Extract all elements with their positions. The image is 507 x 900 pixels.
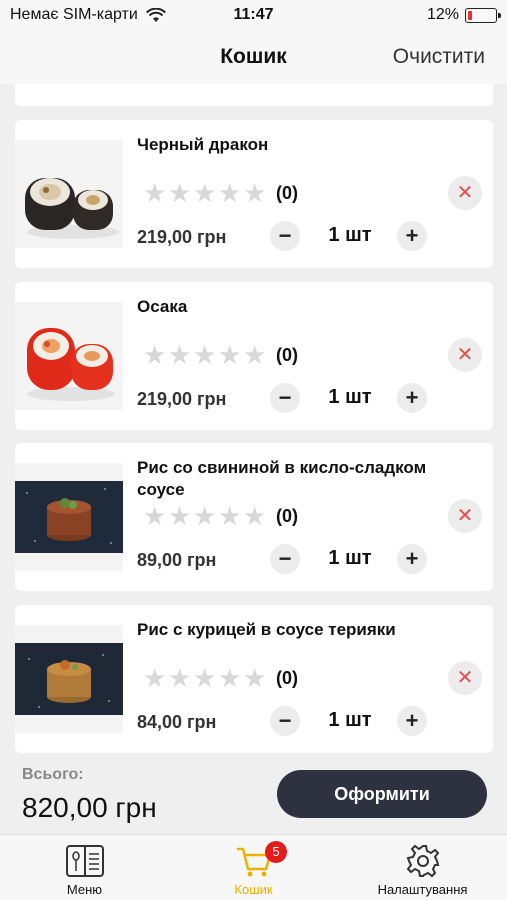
tab-cart[interactable]: 5 Кошик <box>169 841 338 897</box>
star-icon[interactable]: ★ <box>193 340 218 370</box>
checkout-button[interactable]: Оформити <box>277 770 487 818</box>
star-icon[interactable]: ★ <box>218 663 243 693</box>
product-image <box>15 140 123 248</box>
remove-item-button[interactable]: ✕ <box>448 176 482 210</box>
quantity-value: 1 шт <box>328 709 372 731</box>
product-image <box>15 625 123 733</box>
cart-item: Рис с курицей в соусе терияки ★ ★ ★ ★ ★ … <box>15 605 493 753</box>
product-price: 89,00 грн <box>137 550 217 570</box>
star-rating[interactable]: ★ ★ ★ ★ ★ (0) <box>143 178 298 208</box>
product-name[interactable]: Осака <box>137 296 427 318</box>
rating-count: (0) <box>276 667 298 688</box>
decrease-quantity-button[interactable]: − <box>270 221 300 251</box>
increase-quantity-button[interactable]: + <box>397 383 427 413</box>
star-icon[interactable]: ★ <box>218 501 243 531</box>
star-icon[interactable]: ★ <box>168 340 193 370</box>
star-icon[interactable]: ★ <box>168 501 193 531</box>
clear-cart-button[interactable]: Очистити <box>393 45 485 69</box>
total-value: 820,00 грн <box>22 792 157 823</box>
tab-settings[interactable]: Налаштування <box>338 841 507 897</box>
product-name[interactable]: Черный дракон <box>137 134 427 156</box>
product-name[interactable]: Рис со свининой в кисло-сладком соусе <box>137 457 427 501</box>
total-label: Всього: <box>22 766 84 783</box>
gear-icon <box>406 844 439 878</box>
cart-summary: Всього: 820,00 грн Оформити <box>0 754 507 834</box>
cart-count-badge: 5 <box>265 841 287 863</box>
increase-quantity-button[interactable]: + <box>397 544 427 574</box>
star-icon[interactable]: ★ <box>143 501 168 531</box>
star-rating[interactable]: ★ ★ ★ ★ ★ (0) <box>143 663 298 693</box>
star-icon[interactable]: ★ <box>168 178 193 208</box>
increase-quantity-button[interactable]: + <box>397 221 427 251</box>
star-icon[interactable]: ★ <box>143 663 168 693</box>
tab-menu[interactable]: Меню <box>0 841 169 897</box>
star-icon[interactable]: ★ <box>143 340 168 370</box>
cart-item: Осака ★ ★ ★ ★ ★ (0) 219,00 грн − 1 шт + … <box>15 282 493 430</box>
status-bar: Немає SIM-карти 11:47 12% <box>0 0 507 32</box>
product-price: 219,00 грн <box>137 389 227 409</box>
rating-count: (0) <box>276 505 298 526</box>
cart-item: Рис со свининой в кисло-сладком соусе ★ … <box>15 443 493 591</box>
quantity-value: 1 шт <box>328 386 372 408</box>
star-icon[interactable]: ★ <box>193 178 218 208</box>
cart-item: Черный дракон ★ ★ ★ ★ ★ (0) 219,00 грн −… <box>15 120 493 268</box>
cart-list[interactable]: Черный дракон ★ ★ ★ ★ ★ (0) 219,00 грн −… <box>0 84 507 754</box>
battery-fill <box>468 10 472 20</box>
menu-book-icon <box>65 845 104 877</box>
quantity-value: 1 шт <box>328 547 372 569</box>
decrease-quantity-button[interactable]: − <box>270 544 300 574</box>
star-icon[interactable]: ★ <box>143 178 168 208</box>
tab-cart-label: Кошик <box>234 882 273 897</box>
product-image <box>15 463 123 571</box>
remove-item-button[interactable]: ✕ <box>448 661 482 695</box>
battery-icon <box>465 7 501 23</box>
star-icon[interactable]: ★ <box>243 340 268 370</box>
star-icon[interactable]: ★ <box>168 663 193 693</box>
star-icon[interactable]: ★ <box>218 178 243 208</box>
rating-count: (0) <box>276 344 298 365</box>
battery-group: 12% <box>426 6 501 24</box>
battery-percent: 12% <box>426 6 459 23</box>
cart-item-partial <box>15 84 493 106</box>
increase-quantity-button[interactable]: + <box>397 706 427 736</box>
product-name[interactable]: Рис с курицей в соусе терияки <box>137 619 427 641</box>
quantity-value: 1 шт <box>328 224 372 246</box>
tab-settings-label: Налаштування <box>377 882 468 897</box>
star-icon[interactable]: ★ <box>218 340 243 370</box>
star-icon[interactable]: ★ <box>193 501 218 531</box>
star-icon[interactable]: ★ <box>243 178 268 208</box>
star-rating[interactable]: ★ ★ ★ ★ ★ (0) <box>143 340 298 370</box>
decrease-quantity-button[interactable]: − <box>270 706 300 736</box>
remove-item-button[interactable]: ✕ <box>448 338 482 372</box>
remove-item-button[interactable]: ✕ <box>448 499 482 533</box>
rating-count: (0) <box>276 182 298 203</box>
star-icon[interactable]: ★ <box>193 663 218 693</box>
star-rating[interactable]: ★ ★ ★ ★ ★ (0) <box>143 501 298 531</box>
product-price: 84,00 грн <box>137 712 217 732</box>
tab-menu-label: Меню <box>66 882 103 897</box>
nav-bar: Кошик Очистити <box>0 32 507 84</box>
decrease-quantity-button[interactable]: − <box>270 383 300 413</box>
product-image <box>15 302 123 410</box>
star-icon[interactable]: ★ <box>243 663 268 693</box>
product-price: 219,00 грн <box>137 227 227 247</box>
tab-bar: Меню 5 Кошик Налаштування <box>0 834 507 900</box>
star-icon[interactable]: ★ <box>243 501 268 531</box>
